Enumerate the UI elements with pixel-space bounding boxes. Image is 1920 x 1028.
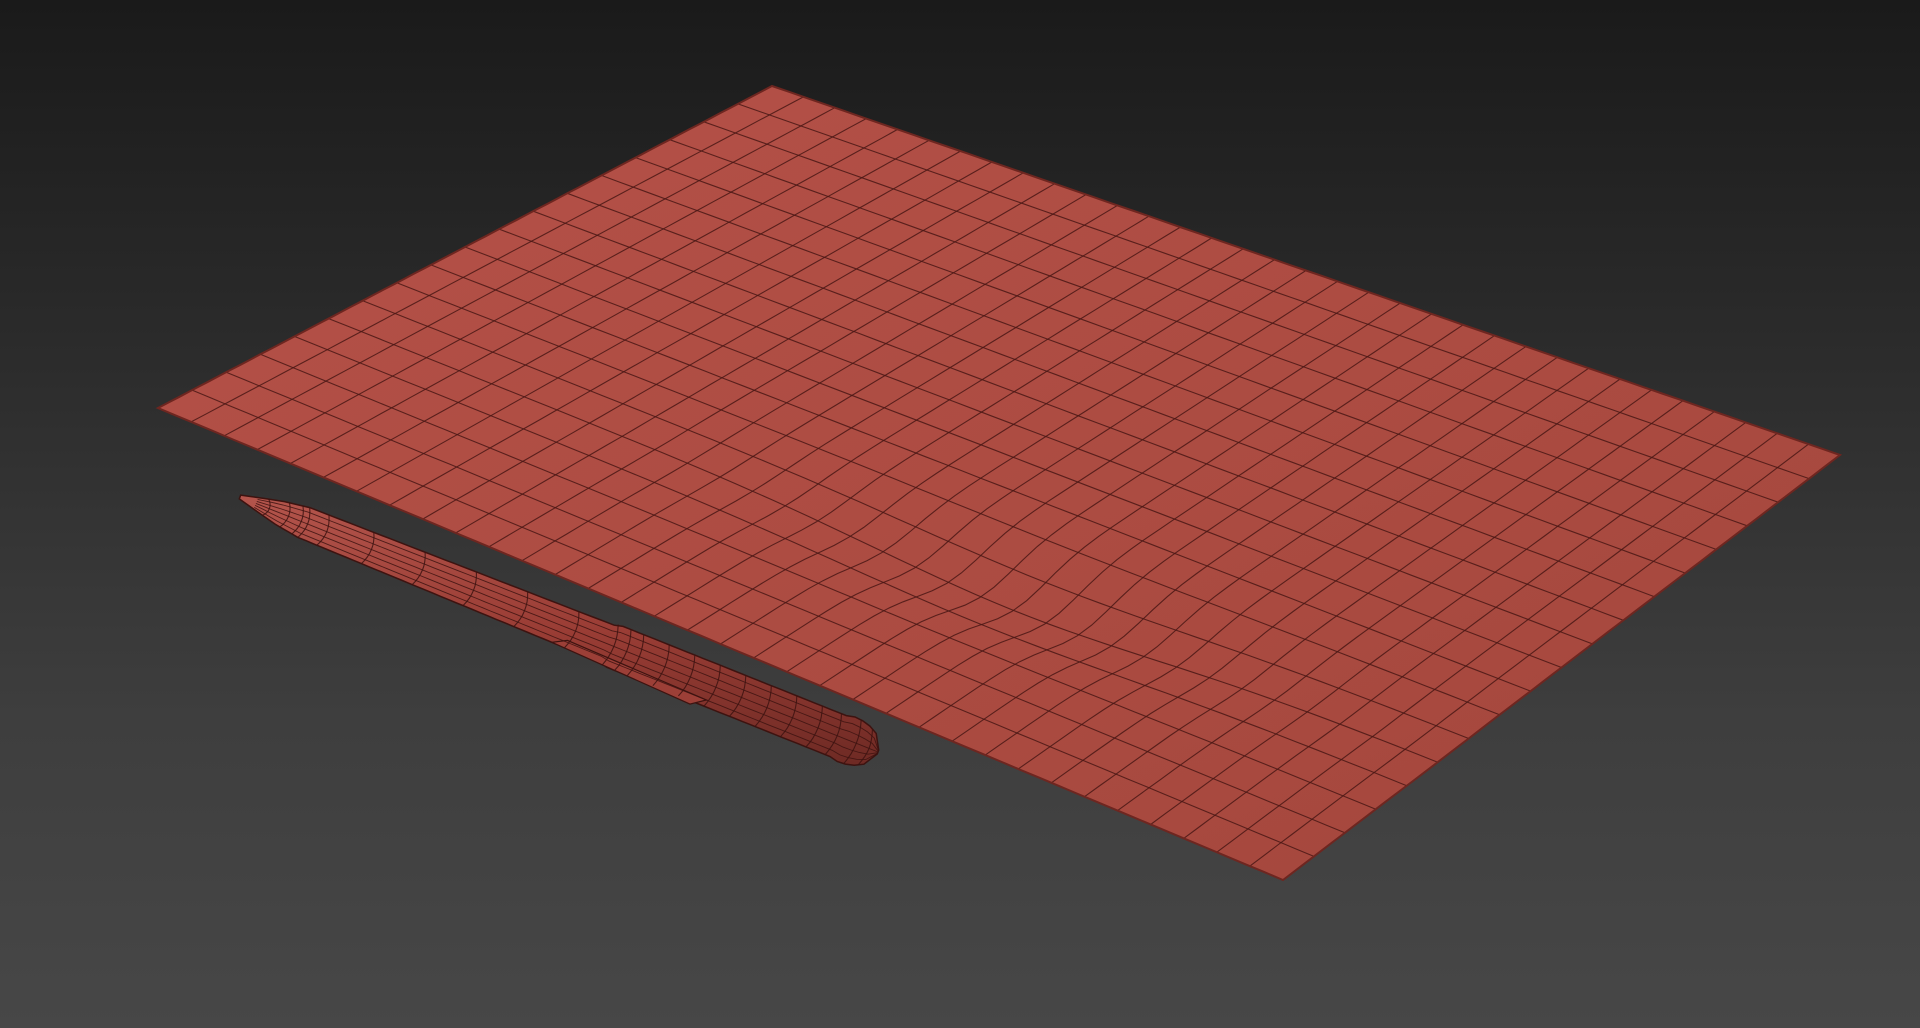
scene-canvas[interactable] (0, 0, 1920, 1028)
paper-sheet-mesh[interactable] (155, 84, 1843, 882)
3d-viewport[interactable] (0, 0, 1920, 1028)
